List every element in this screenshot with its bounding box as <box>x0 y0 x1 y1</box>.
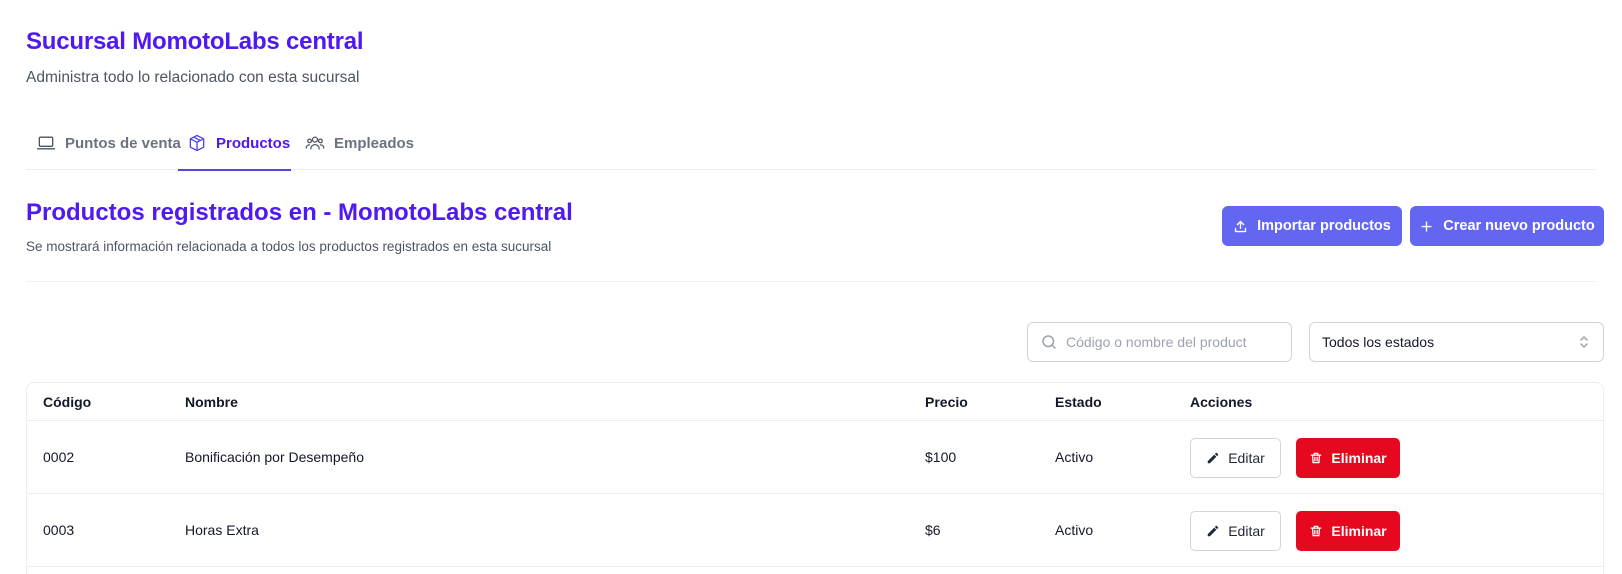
edit-label: Editar <box>1228 450 1265 466</box>
cell-codigo: 0003 <box>43 522 75 538</box>
plus-icon <box>1421 220 1432 232</box>
column-header-codigo: Código <box>43 394 92 410</box>
cell-estado: Activo <box>1055 522 1094 538</box>
section-title: Productos registrados en - MomotoLabs ce… <box>26 199 573 226</box>
cell-nombre: Horas Extra <box>185 522 259 538</box>
edit-label: Editar <box>1228 523 1265 539</box>
delete-button[interactable]: Eliminar <box>1296 438 1400 478</box>
tab-empleados[interactable]: Empleados <box>305 116 414 170</box>
tab-label: Puntos de venta <box>65 134 181 152</box>
page-subtitle: Administra todo lo relacionado con esta … <box>26 69 360 86</box>
tab-puntos-de-venta[interactable]: Puntos de venta <box>36 116 181 170</box>
cube-icon <box>187 133 207 153</box>
table-header: Código Nombre Precio Estado Acciones <box>27 383 1603 421</box>
cell-codigo: 0002 <box>43 449 75 465</box>
table-row: 0003 Horas Extra $6 Activo Editar Elimin… <box>27 494 1603 567</box>
column-header-estado: Estado <box>1055 394 1102 410</box>
create-product-button[interactable]: Crear nuevo producto <box>1410 206 1604 246</box>
cell-estado: Activo <box>1055 449 1094 465</box>
tab-label: Empleados <box>334 134 415 152</box>
table-row: 0002 Bonificación por Desempeño $100 Act… <box>27 421 1603 494</box>
trash-icon <box>1311 452 1322 464</box>
upload-icon <box>1234 220 1247 232</box>
column-header-nombre: Nombre <box>185 394 238 410</box>
column-header-acciones: Acciones <box>1190 394 1253 410</box>
import-products-button[interactable]: Importar productos <box>1222 206 1402 246</box>
section-divider <box>26 281 1596 282</box>
import-products-label: Importar productos <box>1257 218 1391 234</box>
cell-precio: $100 <box>925 449 957 465</box>
tab-label: Productos <box>216 134 291 152</box>
cell-precio: $6 <box>925 522 941 538</box>
delete-label: Eliminar <box>1331 523 1387 539</box>
edit-button[interactable]: Editar <box>1190 511 1281 551</box>
page-title: Sucursal MomotoLabs central <box>26 28 364 55</box>
create-product-label: Crear nuevo producto <box>1443 218 1595 234</box>
delete-label: Eliminar <box>1331 450 1387 466</box>
search-icon <box>1042 335 1056 349</box>
pencil-icon <box>1207 452 1219 464</box>
search-input[interactable] <box>1066 334 1256 350</box>
cell-nombre: Bonificación por Desempeño <box>185 449 364 465</box>
search-field[interactable] <box>1027 322 1292 362</box>
users-icon <box>305 133 325 153</box>
column-header-precio: Precio <box>925 394 968 410</box>
trash-icon <box>1311 525 1322 537</box>
section-description: Se mostrará información relacionada a to… <box>26 239 552 254</box>
laptop-icon <box>36 133 56 153</box>
tab-bar: Puntos de venta Productos Empleados <box>26 116 1596 171</box>
status-filter-value: Todos los estados <box>1322 334 1435 350</box>
delete-button[interactable]: Eliminar <box>1296 511 1400 551</box>
chevron-up-down-icon <box>1580 336 1588 348</box>
pencil-icon <box>1207 525 1219 537</box>
tab-productos[interactable]: Productos <box>178 116 291 171</box>
status-filter-select[interactable]: Todos los estados <box>1309 322 1604 362</box>
products-table: Código Nombre Precio Estado Acciones 000… <box>26 382 1604 574</box>
edit-button[interactable]: Editar <box>1190 438 1281 478</box>
